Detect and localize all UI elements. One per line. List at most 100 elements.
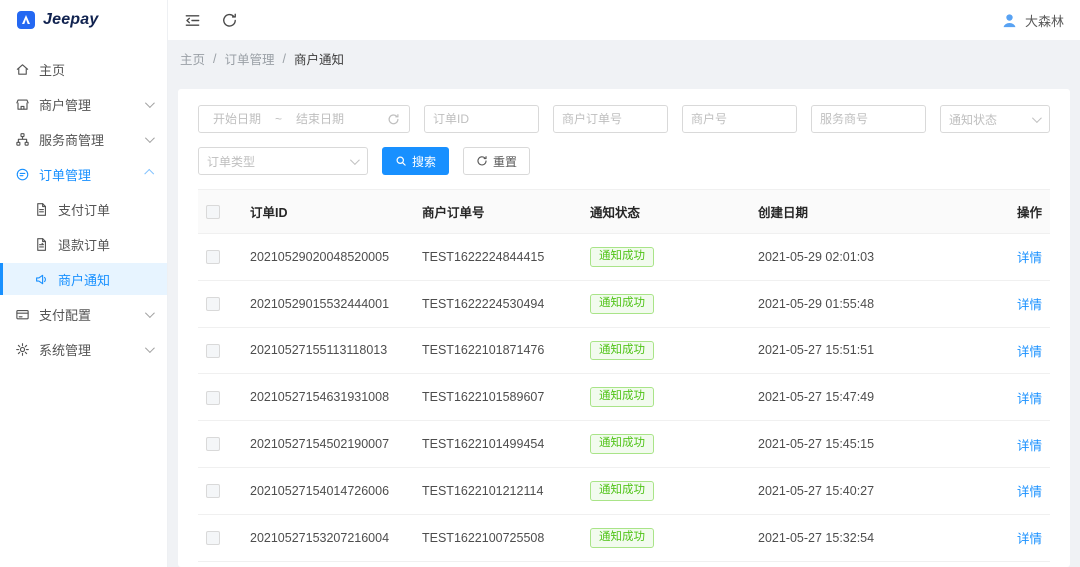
- order-id-cell: 20210527154502190007: [242, 420, 414, 468]
- logo[interactable]: Jeepay: [0, 0, 167, 40]
- notify-state-badge: 通知成功: [590, 434, 654, 454]
- refresh-icon: [476, 155, 488, 167]
- order-id-input[interactable]: [424, 105, 539, 133]
- sidebar-item-merchant-mgmt[interactable]: 商户管理: [0, 88, 167, 120]
- isv-no-input[interactable]: [811, 105, 926, 133]
- sidebar-item-isv-mgmt[interactable]: 服务商管理: [0, 123, 167, 155]
- refund-order-file-icon: [34, 237, 49, 252]
- row-checkbox[interactable]: [206, 343, 220, 358]
- mch-order-no-cell: TEST1622100268222: [414, 561, 582, 567]
- mch-order-no-cell: TEST1622101499454: [414, 420, 582, 468]
- notify-state-badge: 通知成功: [590, 340, 654, 361]
- username: 大森林: [1024, 13, 1064, 29]
- notify-state-placeholder: 通知状态: [949, 112, 998, 127]
- order-id-cell: 20210529015532444001: [242, 280, 414, 328]
- row-checkbox[interactable]: [206, 531, 220, 546]
- jeepay-logo-icon: [16, 10, 36, 30]
- mch-no-input[interactable]: [682, 105, 797, 133]
- reset-button[interactable]: 重置: [463, 147, 531, 175]
- start-date-input[interactable]: [199, 107, 275, 131]
- sidebar: Jeepay 主页 商户管理 服务商管理 订单管理 支付订单 退款订单 商户通知…: [0, 0, 168, 567]
- table-wrapper: 订单ID 商户订单号 通知状态 创建日期 操作 2021052902004852…: [198, 189, 1050, 567]
- detail-link[interactable]: 详情: [1017, 345, 1042, 359]
- table-row: 20210527154014726006 TEST1622101212114 通…: [198, 467, 1050, 515]
- row-checkbox[interactable]: [206, 250, 220, 265]
- table-row: 20210529020048520005 TEST1622224844415 通…: [198, 233, 1050, 281]
- gear-icon: [15, 342, 30, 357]
- sidebar-item-label: 支付配置: [39, 307, 92, 323]
- cluster-icon: [15, 132, 30, 147]
- order-id-cell: 20210527155113118013: [242, 327, 414, 375]
- detail-link[interactable]: 详情: [1017, 392, 1042, 406]
- notify-state-select[interactable]: 通知状态: [940, 105, 1050, 133]
- filter-row-1: ~ 通知状态: [198, 105, 1050, 133]
- sidebar-item-label: 主页: [39, 62, 66, 78]
- sidebar-menu: 主页 商户管理 服务商管理 订单管理 支付订单 退款订单 商户通知 支付配置 系…: [0, 40, 167, 567]
- col-notify-state: 通知状态: [582, 189, 750, 234]
- reset-button-label: 重置: [493, 154, 518, 169]
- mch-order-no-input[interactable]: [553, 105, 668, 133]
- select-all-checkbox[interactable]: [206, 204, 220, 219]
- created-date-cell: 2021-05-27 15:47:49: [750, 373, 982, 422]
- sidebar-item-label: 支付订单: [58, 202, 111, 218]
- date-range-picker[interactable]: ~: [198, 105, 410, 133]
- detail-link[interactable]: 详情: [1017, 251, 1042, 265]
- payment-order-file-icon: [34, 202, 49, 217]
- reload-icon[interactable]: [221, 12, 238, 29]
- range-separator: ~: [275, 112, 283, 126]
- topbar: 大森林: [168, 0, 1080, 40]
- sidebar-item-refund-orders[interactable]: 退款订单: [0, 228, 167, 260]
- search-button[interactable]: 搜索: [382, 147, 450, 175]
- sidebar-item-order-mgmt[interactable]: 订单管理: [0, 158, 167, 190]
- order-id-cell: 20210529020048520005: [242, 233, 414, 281]
- detail-link[interactable]: 详情: [1017, 532, 1042, 546]
- row-checkbox[interactable]: [206, 297, 220, 312]
- table-row: 20210527153207216004 TEST1622100725508 通…: [198, 514, 1050, 562]
- notify-state-badge: 通知成功: [590, 247, 654, 267]
- table-row: 20210527154631931008 TEST1622101589607 通…: [198, 373, 1050, 422]
- table-row: 20210527154502190007 TEST1622101499454 通…: [198, 420, 1050, 468]
- order-icon: [15, 167, 30, 182]
- shop-icon: [15, 97, 30, 112]
- sidebar-item-system-mgmt[interactable]: 系统管理: [0, 333, 167, 365]
- breadcrumb: 主页 / 订单管理 / 商户通知: [180, 49, 1068, 68]
- breadcrumb-home[interactable]: 主页: [180, 49, 205, 68]
- logo-text: Jeepay: [43, 11, 99, 28]
- breadcrumb-order-mgmt[interactable]: 订单管理: [225, 49, 275, 68]
- sidebar-item-home[interactable]: 主页: [0, 53, 167, 85]
- row-checkbox[interactable]: [206, 437, 220, 452]
- col-created-date: 创建日期: [750, 189, 982, 234]
- created-date-cell: 2021-05-27 15:25:18: [750, 561, 982, 567]
- col-actions: 操作: [982, 189, 1050, 234]
- search-button-label: 搜索: [412, 154, 437, 169]
- table-body: 20210529020048520005 TEST1622224844415 通…: [198, 233, 1050, 567]
- detail-link[interactable]: 详情: [1017, 439, 1042, 453]
- end-date-input[interactable]: [282, 107, 359, 131]
- search-icon: [395, 155, 407, 167]
- row-checkbox[interactable]: [206, 484, 220, 499]
- menu-fold-icon[interactable]: [184, 12, 201, 29]
- notification-icon: [34, 272, 49, 287]
- sidebar-item-pay-config[interactable]: 支付配置: [0, 298, 167, 330]
- sidebar-item-merchant-notify[interactable]: 商户通知: [0, 263, 167, 295]
- created-date-cell: 2021-05-27 15:45:15: [750, 420, 982, 468]
- chevron-up-icon: [144, 168, 155, 179]
- main-area: 大森林 主页 / 订单管理 / 商户通知 ~: [168, 0, 1080, 567]
- order-type-select[interactable]: 订单类型: [198, 147, 368, 175]
- order-id-cell: 20210527152516714001: [242, 561, 414, 567]
- chevron-down-icon: [144, 132, 155, 143]
- sidebar-item-label: 服务商管理: [39, 132, 105, 148]
- user-menu[interactable]: 大森林: [1001, 11, 1064, 30]
- detail-link[interactable]: 详情: [1017, 298, 1042, 312]
- row-checkbox[interactable]: [206, 390, 220, 405]
- range-refresh-icon[interactable]: [387, 113, 400, 126]
- detail-link[interactable]: 详情: [1017, 485, 1042, 499]
- sidebar-item-label: 商户管理: [39, 97, 92, 113]
- sidebar-item-pay-orders[interactable]: 支付订单: [0, 193, 167, 225]
- orders-table: 订单ID 商户订单号 通知状态 创建日期 操作 2021052902004852…: [198, 189, 1050, 567]
- sidebar-item-label: 系统管理: [39, 342, 92, 358]
- home-icon: [15, 62, 30, 77]
- created-date-cell: 2021-05-27 15:51:51: [750, 327, 982, 375]
- order-id-cell: 20210527154631931008: [242, 373, 414, 422]
- app-root: Jeepay 主页 商户管理 服务商管理 订单管理 支付订单 退款订单 商户通知…: [0, 0, 1080, 567]
